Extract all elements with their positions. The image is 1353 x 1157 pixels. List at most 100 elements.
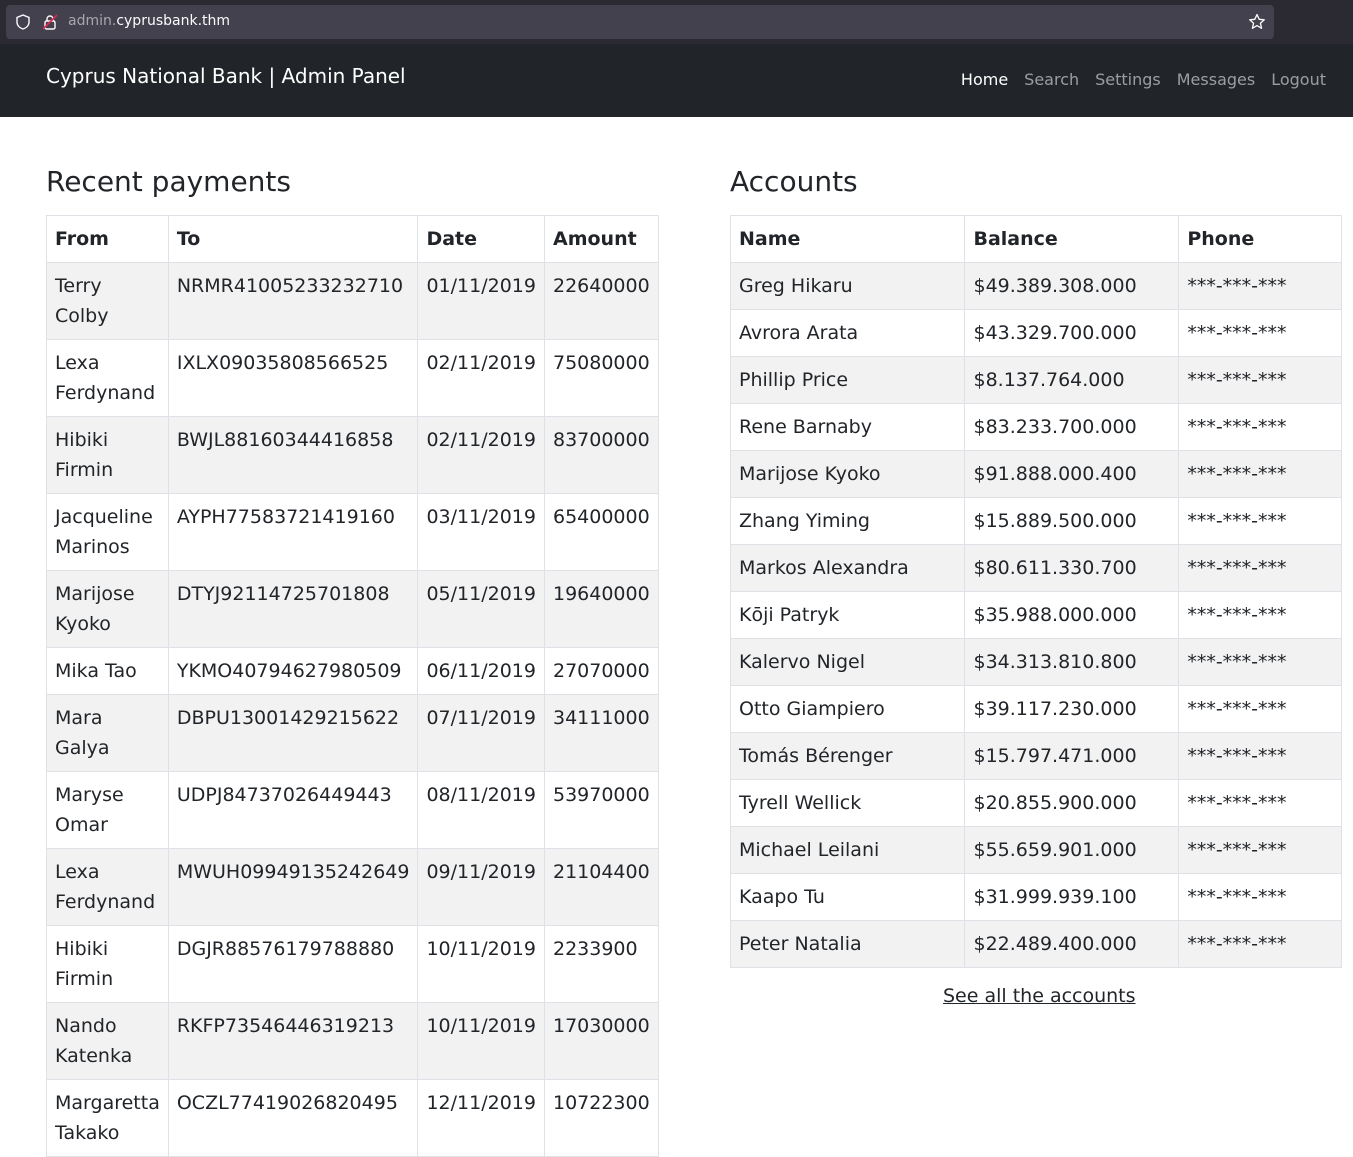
- cell-amount: 83700000: [543, 416, 659, 494]
- cell-phone: ***-***-***: [1178, 403, 1342, 451]
- cell-from: Hibiki Firmin: [46, 416, 169, 494]
- cell-amount: 65400000: [543, 493, 659, 571]
- cell-balance: $15.797.471.000: [964, 732, 1180, 780]
- cell-balance: $35.988.000.000: [964, 591, 1180, 639]
- url-host-prefix: admin.: [68, 13, 117, 29]
- url-text[interactable]: admin.cyprusbank.thm: [68, 13, 230, 29]
- see-all-accounts-link[interactable]: See all the accounts: [943, 985, 1136, 1007]
- table-row: Hibiki Firmin BWJL88160344416858 02/11/201…: [46, 416, 659, 494]
- col-header-phone: Phone: [1178, 215, 1342, 263]
- cell-to: UDPJ84737026449443: [167, 771, 419, 849]
- url-host-main: cyprusbank.thm: [116, 13, 231, 29]
- bookmark-star-icon[interactable]: [1248, 13, 1266, 31]
- accounts-title: Accounts: [730, 165, 858, 198]
- cell-date: 10/11/2019: [417, 1002, 545, 1080]
- insecure-lock-icon[interactable]: [42, 14, 58, 30]
- cell-to: NRMR41005233232710: [167, 262, 419, 340]
- nav-search[interactable]: Search: [1016, 70, 1087, 89]
- cell-to: RKFP73546446319213: [167, 1002, 419, 1080]
- cell-to: OCZL77419026820495: [167, 1079, 419, 1157]
- cell-balance: $49.389.308.000: [964, 262, 1180, 310]
- cell-date: 03/11/2019: [417, 493, 545, 571]
- cell-name: Marijose Kyoko: [729, 450, 966, 498]
- cell-from: Lexa Ferdynand: [46, 339, 169, 417]
- cell-amount: 17030000: [543, 1002, 659, 1080]
- nav-messages[interactable]: Messages: [1169, 70, 1263, 89]
- col-header-to: To: [167, 215, 419, 263]
- table-row: Markos Alexandra $80.611.330.700 ***-***-*…: [729, 544, 1342, 592]
- nav-links: Home Search Settings Messages Logout: [953, 70, 1334, 89]
- cell-balance: $15.889.500.000: [964, 497, 1180, 545]
- cell-from: Margaretta Takako: [46, 1079, 169, 1157]
- cell-amount: 75080000: [543, 339, 659, 417]
- cell-name: Peter Natalia: [729, 920, 966, 968]
- payments-title: Recent payments: [46, 165, 291, 198]
- cell-date: 06/11/2019: [417, 647, 545, 695]
- browser-toolbar: admin.cyprusbank.thm: [0, 0, 1353, 44]
- cell-date: 02/11/2019: [417, 416, 545, 494]
- cell-amount: 27070000: [543, 647, 659, 695]
- table-row: Jacqueline Marinos AYPH77583721419160 03/1…: [46, 493, 659, 571]
- cell-date: 05/11/2019: [417, 570, 545, 648]
- cell-phone: ***-***-***: [1178, 826, 1342, 874]
- table-row: Kalervo Nigel $34.313.810.800 ***-***-***: [729, 638, 1342, 686]
- cell-date: 09/11/2019: [417, 848, 545, 926]
- cell-phone: ***-***-***: [1178, 262, 1342, 310]
- col-header-from: From: [46, 215, 169, 263]
- cell-name: Kaapo Tu: [729, 873, 966, 921]
- cell-phone: ***-***-***: [1178, 873, 1342, 921]
- cell-phone: ***-***-***: [1178, 920, 1342, 968]
- table-row: Kaapo Tu $31.999.939.100 ***-***-***: [729, 873, 1342, 921]
- toolbar-blank: [1274, 5, 1353, 39]
- cell-phone: ***-***-***: [1178, 356, 1342, 404]
- col-header-name: Name: [729, 215, 966, 263]
- table-row: Phillip Price $8.137.764.000 ***-***-***: [729, 356, 1342, 404]
- table-row: Mara Galya DBPU13001429215622 07/11/2019 34…: [46, 694, 659, 772]
- cell-balance: $8.137.764.000: [964, 356, 1180, 404]
- cell-phone: ***-***-***: [1178, 544, 1342, 592]
- cell-to: DTYJ92114725701808: [167, 570, 419, 648]
- cell-date: 10/11/2019: [417, 925, 545, 1003]
- nav-home[interactable]: Home: [953, 70, 1016, 89]
- cell-from: Lexa Ferdynand: [46, 848, 169, 926]
- cell-date: 02/11/2019: [417, 339, 545, 417]
- cell-name: Otto Giampiero: [729, 685, 966, 733]
- cell-phone: ***-***-***: [1178, 450, 1342, 498]
- table-row: Marijose Kyoko $91.888.000.400 ***-***-***: [729, 450, 1342, 498]
- cell-amount: 21104400: [543, 848, 659, 926]
- accounts-header-row: Name Balance Phone: [729, 215, 1342, 263]
- cell-date: 07/11/2019: [417, 694, 545, 772]
- nav-logout[interactable]: Logout: [1263, 70, 1334, 89]
- shield-icon[interactable]: [15, 14, 31, 30]
- cell-name: Avrora Arata: [729, 309, 966, 357]
- cell-amount: 53970000: [543, 771, 659, 849]
- cell-to: DBPU13001429215622: [167, 694, 419, 772]
- cell-name: Zhang Yiming: [729, 497, 966, 545]
- nav-settings[interactable]: Settings: [1087, 70, 1169, 89]
- cell-date: 01/11/2019: [417, 262, 545, 340]
- cell-balance: $55.659.901.000: [964, 826, 1180, 874]
- cell-date: 08/11/2019: [417, 771, 545, 849]
- cell-name: Phillip Price: [729, 356, 966, 404]
- table-row: Greg Hikaru $49.389.308.000 ***-***-***: [729, 262, 1342, 310]
- cell-phone: ***-***-***: [1178, 685, 1342, 733]
- url-bar[interactable]: admin.cyprusbank.thm: [6, 5, 1274, 39]
- table-row: Tomás Bérenger $15.797.471.000 ***-***-***: [729, 732, 1342, 780]
- cell-from: Jacqueline Marinos: [46, 493, 169, 571]
- table-row: Michael Leilani $55.659.901.000 ***-***-**…: [729, 826, 1342, 874]
- table-row: Zhang Yiming $15.889.500.000 ***-***-***: [729, 497, 1342, 545]
- cell-phone: ***-***-***: [1178, 591, 1342, 639]
- cell-from: Marijose Kyoko: [46, 570, 169, 648]
- table-row: Nando Katenka RKFP73546446319213 10/11/201…: [46, 1002, 659, 1080]
- cell-name: Tyrell Wellick: [729, 779, 966, 827]
- cell-from: Mika Tao: [46, 647, 169, 695]
- brand-title[interactable]: Cyprus National Bank | Admin Panel: [46, 64, 406, 88]
- cell-amount: 34111000: [543, 694, 659, 772]
- cell-to: AYPH77583721419160: [167, 493, 419, 571]
- cell-balance: $22.489.400.000: [964, 920, 1180, 968]
- table-row: Terry Colby NRMR41005233232710 01/11/2019 2…: [46, 262, 659, 340]
- table-row: Rene Barnaby $83.233.700.000 ***-***-***: [729, 403, 1342, 451]
- table-row: Margaretta Takako OCZL77419026820495 12/11…: [46, 1079, 659, 1157]
- cell-amount: 22640000: [543, 262, 659, 340]
- cell-from: Maryse Omar: [46, 771, 169, 849]
